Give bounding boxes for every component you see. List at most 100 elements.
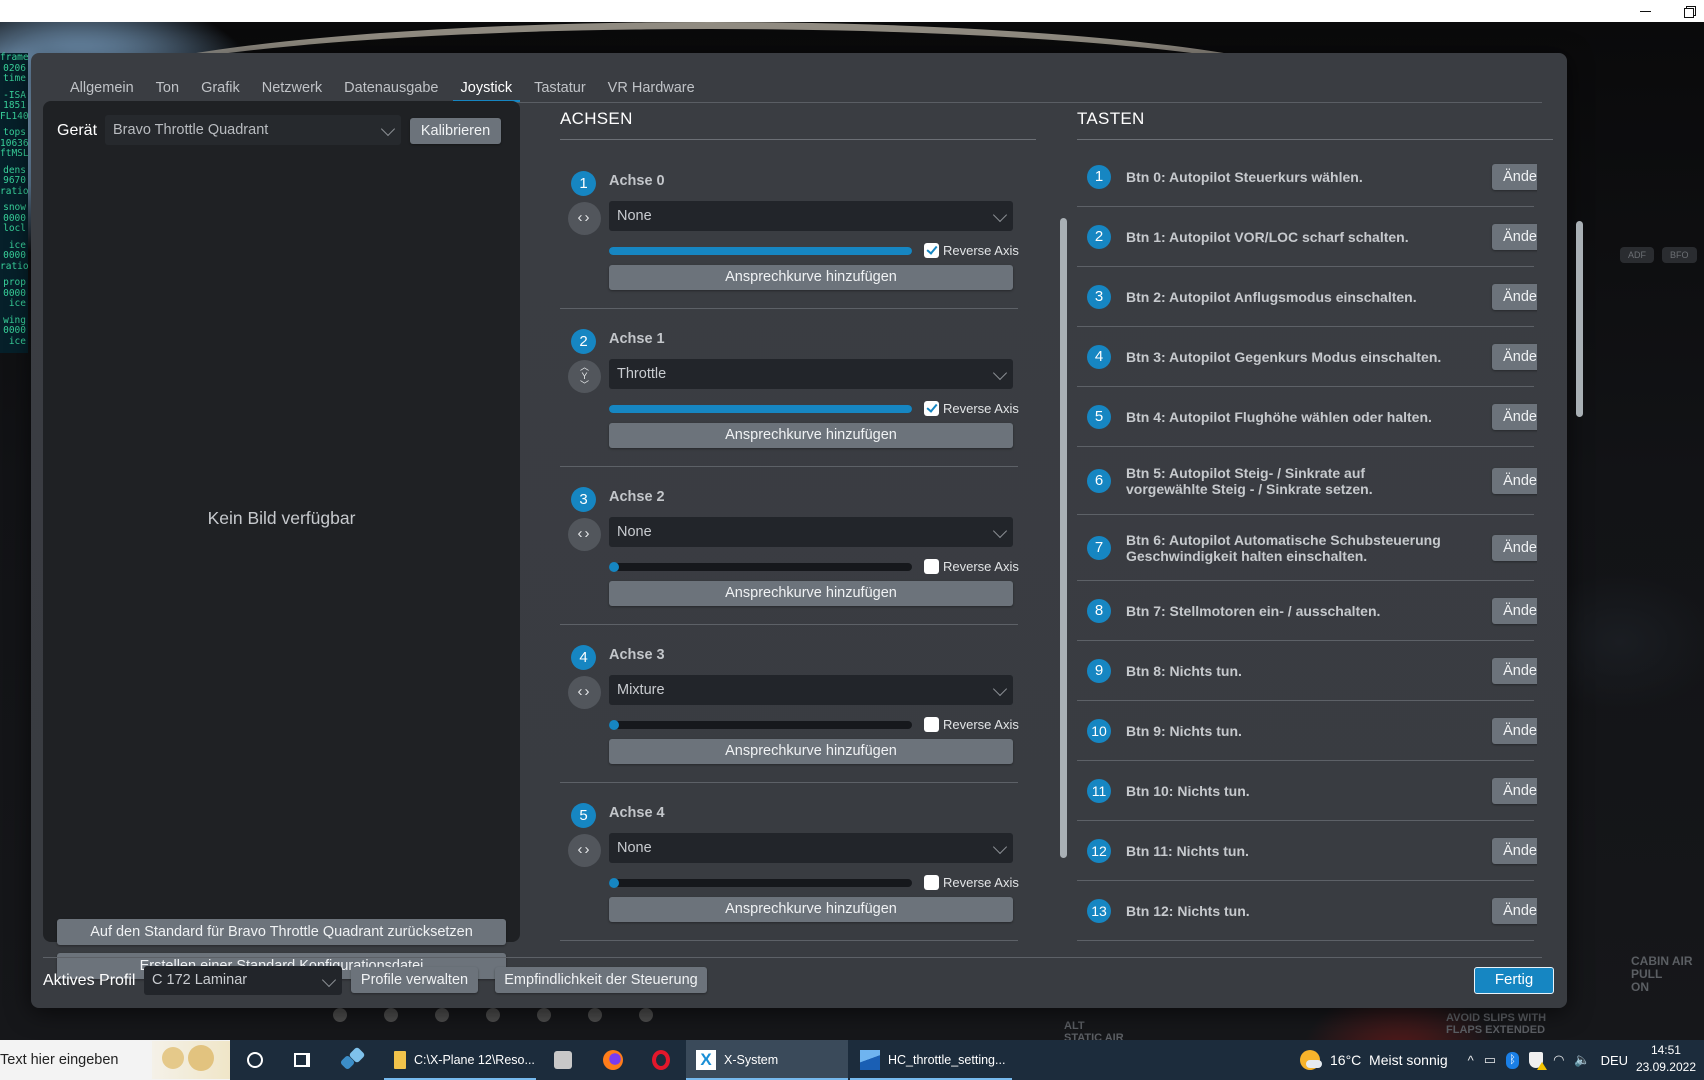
task-label: HC_throttle_setting... (888, 1053, 1006, 1067)
reverse-axis-checkbox[interactable] (924, 717, 939, 732)
taskbar-firefox[interactable] (590, 1040, 636, 1080)
reset-defaults-button[interactable]: Auf den Standard für Bravo Throttle Quad… (57, 919, 506, 945)
device-select[interactable]: Bravo Throttle Quadrant (105, 115, 401, 145)
axes-scrollbar[interactable] (1060, 218, 1067, 858)
chevron-left-icon: ‹ (577, 525, 585, 542)
cortana-button[interactable] (232, 1040, 278, 1080)
placard-line: ON (1631, 980, 1649, 994)
change-mapping-button[interactable]: Ändern (1492, 898, 1537, 924)
hud-line: ice (8, 335, 26, 347)
tab-vr-hardware[interactable]: VR Hardware (597, 77, 706, 103)
search-highlight-image (152, 1041, 230, 1079)
weather-icon[interactable] (1300, 1050, 1322, 1070)
task-view-button[interactable] (279, 1040, 325, 1080)
reverse-axis-checkbox[interactable] (924, 401, 939, 416)
tab-datenausgabe[interactable]: Datenausgabe (333, 77, 449, 103)
tab-ton[interactable]: Ton (145, 77, 190, 103)
axis-assignment-value: Mixture (617, 682, 665, 698)
chevron-right-icon: › (584, 525, 592, 542)
minimize-button[interactable] (1630, 0, 1660, 22)
horizontal-axis-direction-button[interactable]: ‹› (568, 518, 601, 551)
taskbar-search-input[interactable]: Text hier eingeben (0, 1040, 230, 1080)
bluetooth-icon[interactable]: ᛒ (1506, 1051, 1520, 1069)
horizontal-axis-direction-button[interactable]: ‹› (568, 676, 601, 709)
taskbar-opera[interactable] (638, 1040, 684, 1080)
change-mapping-button[interactable]: Ändern (1492, 468, 1537, 494)
change-mapping-button[interactable]: Ändern (1492, 778, 1537, 804)
change-mapping-button[interactable]: Ändern (1492, 598, 1537, 624)
add-response-curve-button[interactable]: Ansprechkurve hinzufügen (609, 897, 1013, 922)
axis-divider (560, 308, 1018, 309)
joystick-icon (554, 1051, 572, 1069)
horizontal-axis-direction-button[interactable]: ‹› (568, 202, 601, 235)
buttons-scrollbar[interactable] (1576, 221, 1583, 417)
add-response-curve-button[interactable]: Ansprechkurve hinzufügen (609, 739, 1013, 764)
reverse-axis-checkbox[interactable] (924, 243, 939, 258)
tab-joystick[interactable]: Joystick (450, 77, 524, 103)
manage-profiles-button[interactable]: Profile verwalten (351, 967, 478, 993)
axis-assignment-select[interactable]: None (609, 517, 1013, 547)
axis-position-bar (609, 562, 912, 572)
change-mapping-button[interactable]: Ändern (1492, 224, 1537, 250)
restore-button[interactable] (1674, 0, 1704, 22)
change-mapping-button[interactable]: Ändern (1492, 658, 1537, 684)
button-mapping-text: Btn 11: Nichts tun. (1126, 843, 1249, 859)
change-mapping-button[interactable]: Ändern (1492, 535, 1537, 561)
change-mapping-button[interactable]: Ändern (1492, 404, 1537, 430)
control-sensitivity-button[interactable]: Empfindlichkeit der Steuerung (495, 967, 707, 993)
tab-grafik[interactable]: Grafik (190, 77, 251, 103)
taskbar-joystick-app[interactable] (540, 1040, 586, 1080)
taskbar-app-button[interactable] (330, 1040, 376, 1080)
change-mapping-button[interactable]: Ändern (1492, 164, 1537, 190)
change-mapping-button[interactable]: Ändern (1492, 344, 1537, 370)
vertical-axis-direction-button[interactable]: ︿ Y ﹀ (568, 360, 601, 393)
cabin-air-placard: CABIN AIR PULL ON (1631, 955, 1693, 994)
taskbar-x-system[interactable]: X X-System (686, 1040, 848, 1080)
button-number-badge: 6 (1087, 469, 1111, 493)
app-icon (342, 1049, 364, 1071)
axis-assignment-select[interactable]: None (609, 833, 1013, 863)
button-mapping-row: 8 Btn 7: Stellmotoren ein- / ausschalten… (1077, 581, 1537, 641)
language-indicator[interactable]: DEU (1601, 1053, 1628, 1068)
reverse-axis-checkbox[interactable] (924, 875, 939, 890)
hud-line: ratio (0, 260, 29, 272)
tab-allgemein[interactable]: Allgemein (59, 77, 145, 103)
change-mapping-button[interactable]: Ändern (1492, 838, 1537, 864)
chevron-up-icon[interactable]: ^ (1468, 1053, 1474, 1068)
hud-line: ftMSL (0, 148, 29, 159)
taskbar-image-viewer[interactable]: HC_throttle_setting... (850, 1040, 1012, 1080)
chevron-down-icon (992, 839, 1008, 855)
device-label: Gerät (57, 122, 98, 139)
reverse-axis-checkbox[interactable] (924, 559, 939, 574)
placard-line: AVOID SLIPS WITH (1446, 1012, 1547, 1024)
meet-now-icon[interactable]: ▭ (1484, 1052, 1496, 1068)
add-response-curve-button[interactable]: Ansprechkurve hinzufügen (609, 581, 1013, 606)
calibrate-button[interactable]: Kalibrieren (410, 118, 501, 144)
axis-assignment-select[interactable]: Throttle (609, 359, 1013, 389)
button-number-badge: 2 (1087, 225, 1111, 249)
change-mapping-button[interactable]: Ändern (1492, 718, 1537, 744)
wifi-icon[interactable]: ◠ (1553, 1052, 1564, 1068)
hud-line: tops (3, 127, 26, 138)
volume-icon[interactable]: 🔈 (1574, 1052, 1590, 1068)
axis-name: Achse 3 (609, 647, 665, 663)
add-response-curve-button[interactable]: Ansprechkurve hinzufügen (609, 265, 1013, 290)
taskbar-clock[interactable]: 14:51 23.09.2022 (1636, 1042, 1696, 1076)
axis-divider (560, 782, 1018, 783)
add-response-curve-button[interactable]: Ansprechkurve hinzufügen (609, 423, 1013, 448)
change-mapping-button[interactable]: Ändern (1492, 284, 1537, 310)
weather-text[interactable]: 16°C Meist sonnig (1330, 1052, 1448, 1068)
security-warning-icon[interactable] (1529, 1052, 1548, 1070)
taskbar-explorer[interactable]: C:\X-Plane 12\Reso... (384, 1040, 536, 1080)
x-system-icon: X (696, 1050, 716, 1070)
profile-select[interactable]: C 172 Laminar (144, 966, 342, 995)
tab-netzwerk[interactable]: Netzwerk (251, 77, 333, 103)
tab-tastatur[interactable]: Tastatur (523, 77, 597, 103)
button-mapping-row: 13 Btn 12: Nichts tun. Ändern (1077, 881, 1537, 941)
axis-assignment-select[interactable]: None (609, 201, 1013, 231)
done-button[interactable]: Fertig (1474, 967, 1554, 994)
restore-icon (1683, 5, 1696, 18)
axis-assignment-select[interactable]: Mixture (609, 675, 1013, 705)
axis-position-knob (609, 878, 619, 888)
horizontal-axis-direction-button[interactable]: ‹› (568, 834, 601, 867)
